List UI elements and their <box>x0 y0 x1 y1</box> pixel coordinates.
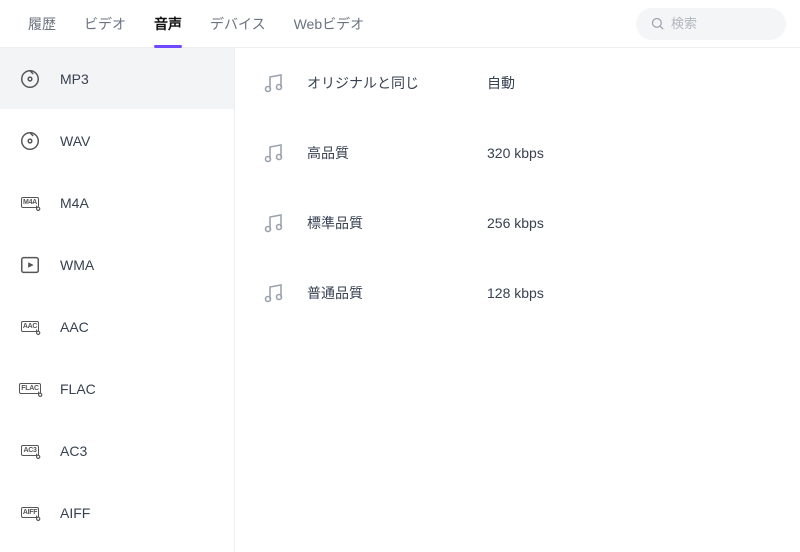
search-input[interactable] <box>671 16 772 31</box>
format-icon-aac: AAC <box>18 315 42 339</box>
format-icon-aiff: AIFF <box>18 501 42 525</box>
quality-row-0[interactable]: オリジナルと同じ自動 <box>235 48 800 118</box>
format-label: WAV <box>60 133 90 149</box>
quality-row-2[interactable]: 標準品質256 kbps <box>235 188 800 258</box>
format-icon-wma <box>18 253 42 277</box>
format-label: AC3 <box>60 443 87 459</box>
format-label: M4A <box>60 195 89 211</box>
music-note-icon <box>261 281 287 305</box>
format-label: WMA <box>60 257 94 273</box>
format-item-wma[interactable]: WMA <box>0 234 234 296</box>
format-icon-wav <box>18 129 42 153</box>
format-icon-m4a: M4A <box>18 191 42 215</box>
search-icon <box>650 16 665 31</box>
tab-2[interactable]: 音声 <box>140 0 196 48</box>
quality-name: 高品質 <box>307 143 487 163</box>
format-item-mp3[interactable]: MP3 <box>0 48 234 110</box>
format-label: AIFF <box>60 505 90 521</box>
quality-value: 320 kbps <box>487 145 544 161</box>
quality-value: 256 kbps <box>487 215 544 231</box>
tab-label: ビデオ <box>84 14 126 34</box>
tab-label: デバイス <box>210 14 266 34</box>
tab-label: 履歴 <box>28 14 56 34</box>
format-item-flac[interactable]: FLAC FLAC <box>0 358 234 420</box>
quality-row-1[interactable]: 高品質320 kbps <box>235 118 800 188</box>
quality-value: 自動 <box>487 73 515 93</box>
tab-3[interactable]: デバイス <box>196 0 280 48</box>
format-icon-ac3: AC3 <box>18 439 42 463</box>
tab-label: Webビデオ <box>294 14 365 34</box>
body: MP3WAVM4AM4AWMAAACAACFLACFLACAC3AC3AIFFA… <box>0 48 800 552</box>
format-icon-mp3 <box>18 67 42 91</box>
format-item-aac[interactable]: AAC AAC <box>0 296 234 358</box>
format-item-aiff[interactable]: AIFF AIFF <box>0 482 234 544</box>
tab-label: 音声 <box>154 14 182 34</box>
quality-name: 普通品質 <box>307 283 487 303</box>
quality-row-3[interactable]: 普通品質128 kbps <box>235 258 800 328</box>
quality-value: 128 kbps <box>487 285 544 301</box>
topbar: 履歴 ビデオ 音声 デバイス Webビデオ <box>0 0 800 48</box>
format-label: MP3 <box>60 71 89 87</box>
format-label: AAC <box>60 319 89 335</box>
quality-list: オリジナルと同じ自動高品質320 kbps標準品質256 kbps普通品質128… <box>235 48 800 552</box>
music-note-icon <box>261 141 287 165</box>
quality-name: 標準品質 <box>307 213 487 233</box>
tab-1[interactable]: ビデオ <box>70 0 140 48</box>
quality-name: オリジナルと同じ <box>307 73 487 93</box>
tab-0[interactable]: 履歴 <box>14 0 70 48</box>
format-item-wav[interactable]: WAV <box>0 110 234 172</box>
format-icon-flac: FLAC <box>18 377 42 401</box>
tab-list: 履歴 ビデオ 音声 デバイス Webビデオ <box>14 0 378 48</box>
format-item-ac3[interactable]: AC3 AC3 <box>0 420 234 482</box>
format-label: FLAC <box>60 381 96 397</box>
tab-4[interactable]: Webビデオ <box>280 0 379 48</box>
format-item-m4a[interactable]: M4A M4A <box>0 172 234 234</box>
music-note-icon <box>261 71 287 95</box>
search-wrap <box>636 8 786 40</box>
music-note-icon <box>261 211 287 235</box>
format-sidebar: MP3WAVM4AM4AWMAAACAACFLACFLACAC3AC3AIFFA… <box>0 48 235 552</box>
